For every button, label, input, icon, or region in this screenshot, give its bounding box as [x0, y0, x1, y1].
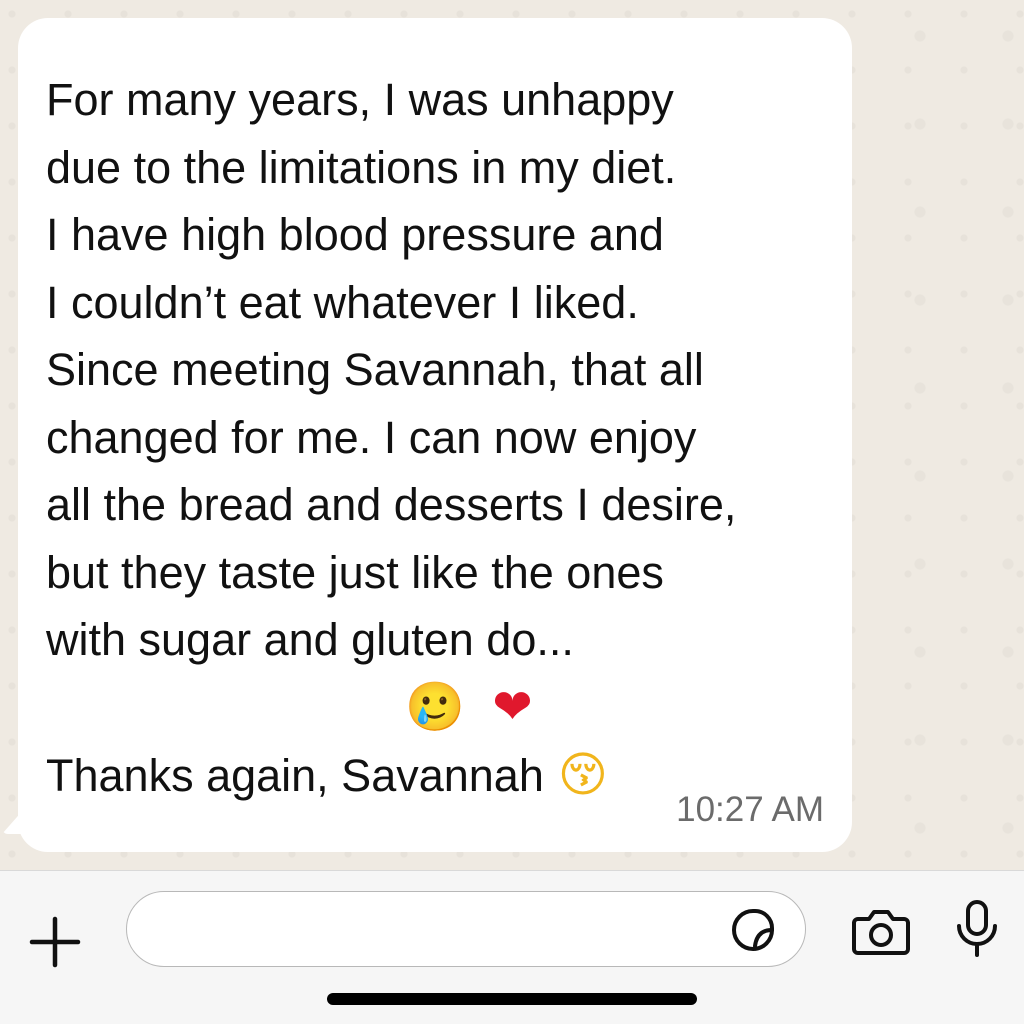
plus-icon[interactable]	[28, 915, 82, 969]
message-line: due to the limitations in my diet.	[46, 141, 677, 193]
message-timestamp: 10:27 AM	[676, 790, 824, 829]
message-line: For many years, I was unhappy	[46, 74, 674, 125]
message-line: changed for me. I can now enjoy	[46, 411, 697, 463]
emoji-line: 🥲 ❤	[46, 674, 832, 740]
message-line: Since meeting Savannah, that all	[46, 344, 704, 395]
camera-icon[interactable]	[852, 907, 910, 957]
message-line: all the bread and desserts I desire,	[46, 479, 737, 530]
message-input-field[interactable]	[126, 891, 806, 967]
message-composer-bar	[0, 870, 1024, 1024]
message-line: with sugar and gluten do...	[46, 614, 574, 665]
message-input[interactable]	[151, 902, 715, 958]
sticker-icon[interactable]	[731, 908, 775, 952]
smiling-tear-emoji: 🥲	[405, 678, 472, 735]
mic-icon[interactable]	[954, 899, 1000, 959]
red-heart-emoji: ❤	[492, 678, 539, 735]
message-line: I couldn’t eat whatever I liked.	[46, 276, 639, 328]
home-indicator	[327, 993, 697, 1005]
message-line: but they taste just like the ones	[46, 546, 664, 598]
thanks-text: Thanks again, Savannah	[46, 749, 544, 801]
message-line: I have high blood pressure and	[46, 209, 664, 260]
kissing-face-emoji: 😚	[557, 746, 608, 803]
message-bubble[interactable]: For many years, I was unhappy due to the…	[18, 18, 852, 852]
